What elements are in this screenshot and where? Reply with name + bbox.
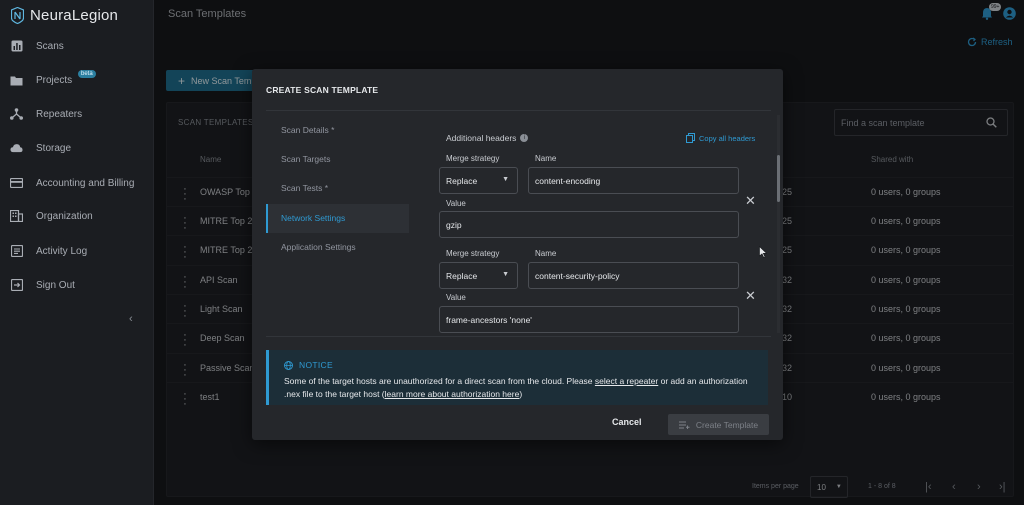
sidebar-item-accounting[interactable]: Accounting and Billing [0, 172, 154, 194]
list-icon [10, 245, 23, 258]
beta-badge: beta [78, 70, 96, 78]
cloud-icon [10, 142, 23, 155]
folder-icon [10, 74, 23, 87]
copy-all-headers-button[interactable]: Copy all headers [686, 133, 755, 143]
create-template-button[interactable]: Create Template [668, 414, 769, 435]
header-name-input[interactable]: content-encoding [528, 167, 739, 194]
learn-more-authorization-link[interactable]: learn more about authorization here [385, 389, 520, 399]
header-name-value: content-security-policy [535, 271, 620, 281]
merge-strategy-label: Merge strategy [446, 154, 500, 163]
sidebar-item-sign-out[interactable]: Sign Out [0, 274, 154, 296]
sidebar-item-projects[interactable]: Projects beta [0, 69, 154, 91]
chart-icon [10, 40, 23, 53]
step-scan-details[interactable]: Scan Details * [281, 125, 334, 135]
step-network-settings[interactable]: Network Settings [281, 213, 345, 223]
info-icon[interactable]: i [520, 134, 529, 142]
merge-strategy-label: Merge strategy [446, 249, 500, 258]
header-name-input[interactable]: content-security-policy [528, 262, 739, 289]
header-name-value: content-encoding [535, 176, 601, 186]
sidebar: NeuraLegion Scans Projects beta Repeater… [0, 0, 154, 505]
sidebar-item-storage[interactable]: Storage [0, 137, 154, 159]
copy-icon [686, 133, 695, 143]
remove-header-close-icon[interactable]: ✕ [745, 288, 756, 304]
sidebar-item-label: Projects [36, 74, 73, 86]
notice-text-part: ) [519, 388, 523, 399]
collapse-sidebar-icon[interactable]: ‹ [129, 313, 133, 325]
sidebar-item-label: Activity Log [36, 245, 88, 257]
value-label: Value [446, 199, 466, 208]
header-value-input[interactable]: frame-ancestors 'none' [439, 306, 739, 333]
card-icon [10, 177, 23, 190]
logo[interactable]: NeuraLegion [11, 6, 118, 24]
repeater-icon [10, 108, 23, 121]
signout-icon [10, 279, 23, 292]
create-template-label: Create Template [695, 419, 759, 430]
section-label-text: Additional headers [446, 133, 517, 143]
value-label: Value [446, 293, 466, 302]
notice-text-part: Some of the target hosts are unauthorize… [284, 376, 595, 386]
name-label: Name [535, 154, 557, 163]
header-value-input[interactable]: gzip [439, 211, 739, 238]
mouse-cursor-icon [759, 246, 767, 258]
sidebar-item-label: Organization [36, 210, 93, 222]
dialog-title: CREATE SCAN TEMPLATE [266, 85, 379, 95]
merge-strategy-select[interactable]: Replace ▼ [439, 167, 518, 194]
caret-down-icon: ▼ [502, 176, 509, 183]
divider [266, 336, 771, 337]
globe-icon [284, 360, 293, 370]
building-icon [10, 210, 23, 223]
merge-strategy-value: Replace [446, 176, 478, 186]
notice-title: NOTICE [284, 360, 333, 370]
select-repeater-link[interactable]: select a repeater [595, 376, 658, 386]
caret-down-icon: ▼ [502, 271, 509, 278]
remove-header-close-icon[interactable]: ✕ [745, 193, 756, 209]
notice-text: Some of the target hosts are unauthorize… [284, 375, 754, 400]
brand-name: NeuraLegion [30, 6, 119, 24]
divider [266, 110, 771, 111]
sidebar-item-label: Accounting and Billing [36, 177, 135, 189]
header-value-value: gzip [446, 220, 462, 230]
sidebar-item-repeaters[interactable]: Repeaters [0, 103, 154, 125]
neuralegion-logo-icon [11, 6, 24, 24]
step-scan-tests[interactable]: Scan Tests * [281, 183, 328, 193]
step-scan-targets[interactable]: Scan Targets [281, 154, 330, 164]
list-add-icon [678, 421, 690, 429]
name-label: Name [535, 249, 557, 258]
scrollbar-track[interactable] [777, 115, 780, 333]
sidebar-item-label: Sign Out [36, 279, 75, 291]
copy-all-label: Copy all headers [699, 133, 756, 143]
sidebar-item-organization[interactable]: Organization [0, 205, 154, 227]
merge-strategy-value: Replace [446, 271, 478, 281]
sidebar-item-scans[interactable]: Scans [0, 35, 154, 57]
sidebar-item-label: Storage [36, 142, 72, 154]
additional-headers-label: Additional headers i [446, 133, 529, 143]
header-value-value: frame-ancestors 'none' [446, 315, 532, 325]
scrollbar-thumb[interactable] [777, 155, 780, 202]
sidebar-item-label: Scans [36, 40, 64, 52]
sidebar-item-label: Repeaters [36, 108, 83, 120]
notice-title-text: NOTICE [299, 360, 333, 370]
step-application-settings[interactable]: Application Settings [281, 242, 356, 252]
cancel-button[interactable]: Cancel [612, 417, 642, 427]
merge-strategy-select[interactable]: Replace ▼ [439, 262, 518, 289]
sidebar-item-activity-log[interactable]: Activity Log [0, 240, 154, 262]
